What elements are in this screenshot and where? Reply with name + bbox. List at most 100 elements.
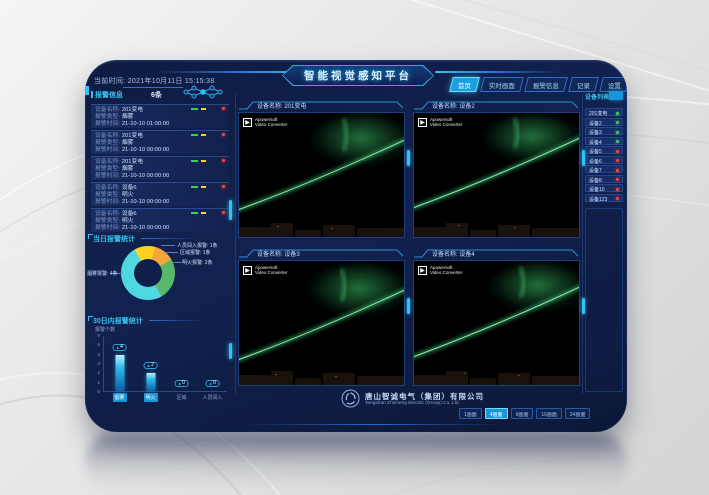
device-row[interactable]: 设备8	[585, 175, 623, 183]
video-cell-2: 设备名称: 设备2 ▶	[412, 98, 581, 240]
today-stats-title: 当日报警统计	[93, 234, 135, 244]
device-row[interactable]: 201变电	[585, 108, 623, 116]
company-name-en: Tangshan Zhicheng Electric (Group) Co.,L…	[365, 401, 460, 406]
alarm-card[interactable]: 设备名称:设备6 报警类型:明火 报警时间:21-10-10 00:00:00	[91, 182, 229, 206]
y-tick: 0	[88, 389, 100, 394]
nav-tab-alarm-info[interactable]: 报警信息	[524, 77, 568, 92]
device-list-detail-panel	[585, 208, 623, 392]
bar-column-flame: 2 明火	[135, 336, 166, 391]
network-nodes-icon	[181, 85, 225, 99]
x-label-intrusion: 人员闯入	[200, 393, 224, 402]
device-row[interactable]: 设备2	[585, 118, 623, 126]
today-alarm-donut-chart	[121, 246, 175, 300]
donut-leader-line	[173, 262, 181, 263]
top-nav: 首页 实时画面 报警信息 记录 设置	[451, 77, 627, 92]
page-title: 智能视觉感知平台	[282, 65, 434, 86]
bar-value-bubble: 0	[205, 380, 220, 387]
alarm-card[interactable]: 设备名称:设备6 报警类型:明火 报警时间:21-10-10 00:00:00	[91, 208, 229, 232]
video-header: 设备名称: 设备2	[412, 98, 581, 112]
alarm-card[interactable]: 设备名称:201变电 报警类型:烟雾 报警时间:21-10-10 00:00:0…	[91, 156, 229, 180]
bar-value-bubble: 0	[174, 380, 189, 387]
device-list-title: 设备列表	[585, 92, 609, 101]
video-feed[interactable]: ▶ ApowersoftVideo Converter	[413, 112, 580, 238]
alarm-list-scrollbar[interactable]	[229, 200, 232, 220]
layout-1-button[interactable]: 1画面	[459, 408, 482, 419]
dashboard-panel: 当前时间: 2021年10月11日 15:15:38 智能视觉感知平台 首页 实…	[85, 60, 627, 432]
watermark-logo-icon: ▶	[243, 118, 252, 127]
page-title-text: 智能视觉感知平台	[304, 68, 412, 83]
layout-24-button[interactable]: 24画面	[565, 408, 591, 419]
device-row[interactable]: 设备6	[585, 156, 623, 164]
status-dot	[616, 131, 619, 134]
layout-4-button[interactable]: 4画面	[485, 408, 508, 419]
watermark-logo-icon: ▶	[243, 266, 252, 275]
layout-9-button[interactable]: 9画面	[511, 408, 534, 419]
y-tick: 2	[88, 370, 100, 375]
alarm-card[interactable]: 设备名称:201变电 报警类型:烟雾 报警时间:21-10-10 01:00:0…	[91, 104, 229, 128]
bar-smoke	[115, 355, 124, 391]
video-feed[interactable]: ▶ ApowersoftVideo Converter	[238, 112, 405, 238]
video-cell-4: 设备名称: 设备4 ▶	[412, 246, 581, 388]
watermark: ▶ ApowersoftVideo Converter	[243, 117, 287, 127]
video-feed[interactable]: ▶ ApowersoftVideo Converter	[238, 260, 405, 386]
video-cell-1: 设备名称: 201变电 ▶	[237, 98, 406, 240]
alarm-card[interactable]: 设备名称:201变电 报警类型:烟雾 报警时间:21-10-10 00:00:0…	[91, 130, 229, 154]
alarm-indicator	[191, 133, 225, 137]
alarm-count: 6条	[151, 90, 162, 100]
status-dot	[616, 197, 619, 200]
device-list-tab[interactable]	[609, 91, 623, 100]
alarm-indicator	[191, 211, 225, 215]
cell-accent-bar	[407, 150, 410, 166]
bar-column-zone: 0 区域	[166, 336, 197, 391]
watermark-logo-icon: ▶	[418, 266, 427, 275]
nav-tab-home[interactable]: 首页	[449, 77, 480, 92]
bar-flame	[146, 373, 155, 391]
donut-label-smoke: 烟雾报警: 4条	[87, 270, 118, 277]
bottom-line-decoration	[245, 424, 505, 425]
status-dot	[616, 178, 619, 181]
device-row[interactable]: 设备7	[585, 165, 623, 173]
video-title: 设备名称: 设备4	[432, 249, 475, 258]
monthly-alarm-bar-chart: 4 烟雾 2 明火 0 区域 0 人员闯入	[103, 336, 227, 392]
x-label-flame: 明火	[143, 393, 157, 402]
alarm-header-line	[123, 87, 183, 88]
device-row[interactable]: 设备3	[585, 127, 623, 135]
divider-right	[582, 94, 583, 394]
alarm-indicator	[191, 185, 225, 189]
edge-notch-decoration	[85, 86, 89, 95]
cell-accent-bar	[407, 298, 410, 314]
bar-value-bubble: 4	[112, 344, 127, 351]
alarm-indicator	[191, 107, 225, 111]
video-header: 设备名称: 201变电	[237, 98, 406, 112]
watermark: ▶ ApowersoftVideo Converter	[418, 265, 462, 275]
device-row[interactable]: 设备4	[585, 137, 623, 145]
x-label-smoke: 烟雾	[112, 393, 126, 402]
nav-tab-settings[interactable]: 设置	[599, 77, 627, 92]
bar-value-bubble: 2	[143, 362, 158, 369]
donut-label-flame: 明火报警: 2条	[182, 259, 213, 266]
device-row[interactable]: 设备123	[585, 194, 623, 202]
nav-tab-live-view[interactable]: 实时画面	[480, 77, 524, 92]
screen-layout-switcher: 1画面 4画面 9画面 16画面 24画面	[459, 408, 589, 419]
y-tick: 1	[88, 380, 100, 385]
device-row[interactable]: 设备10	[585, 184, 623, 192]
bar-chart-y-axis-label: 报警个数	[95, 326, 115, 333]
company-logo	[341, 389, 360, 408]
donut-label-zone: 区域报警: 1条	[180, 249, 211, 256]
video-header: 设备名称: 设备3	[237, 246, 406, 260]
nav-tab-records[interactable]: 记录	[568, 77, 599, 92]
watermark-logo-icon: ▶	[418, 118, 427, 127]
watermark: ▶ ApowersoftVideo Converter	[243, 265, 287, 275]
status-dot	[616, 159, 619, 162]
donut-leader-line	[165, 252, 178, 253]
donut-leader-line	[161, 245, 175, 246]
layout-16-button[interactable]: 16画面	[536, 408, 562, 419]
status-dot	[616, 169, 619, 172]
y-tick: 5	[88, 342, 100, 347]
alarm-indicator	[191, 159, 225, 163]
sidebar-scrollbar[interactable]	[229, 343, 232, 359]
y-tick: 3	[88, 361, 100, 366]
video-feed[interactable]: ▶ ApowersoftVideo Converter	[413, 260, 580, 386]
bar-column-intrusion: 0 人员闯入	[197, 336, 228, 391]
device-row[interactable]: 设备5	[585, 146, 623, 154]
